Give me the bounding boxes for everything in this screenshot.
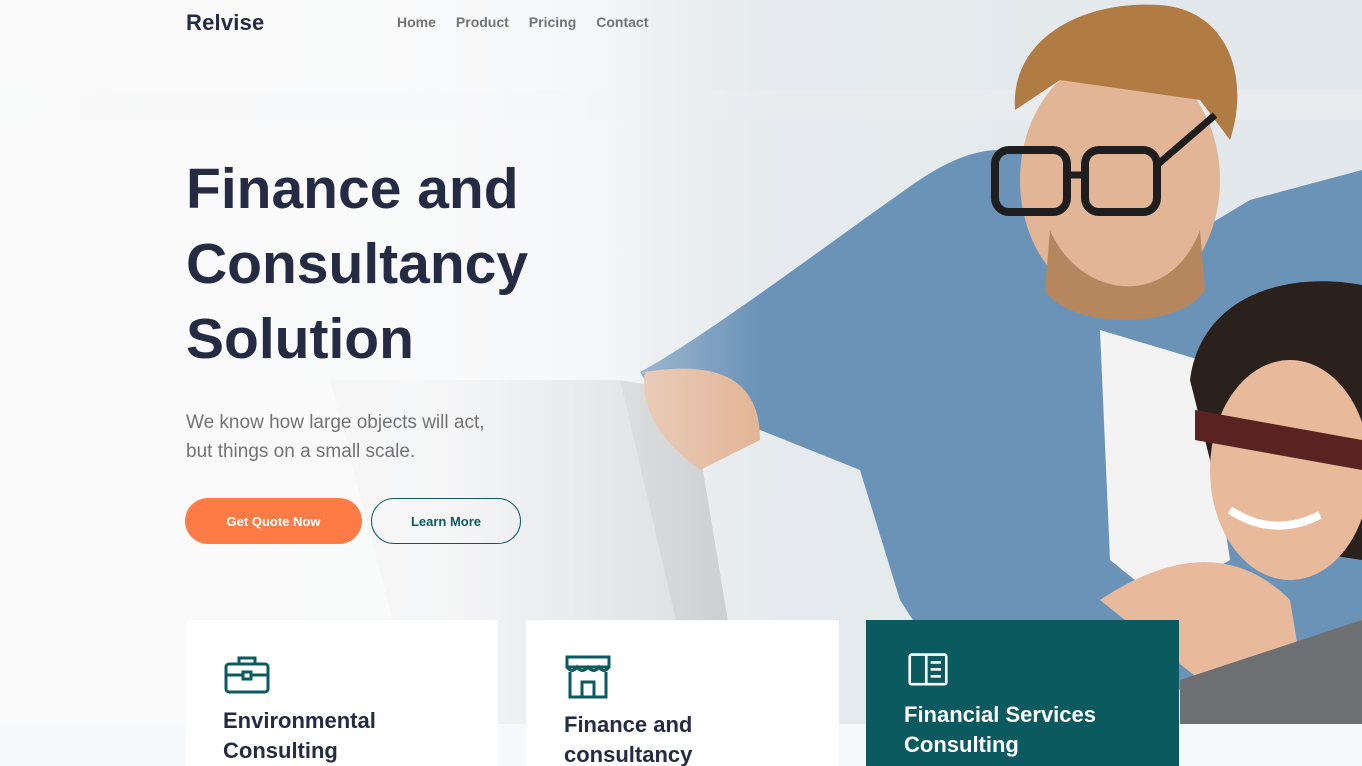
- nav-home[interactable]: Home: [397, 14, 436, 30]
- card-title-line: Finance and: [564, 712, 693, 737]
- service-card-financial-services[interactable]: Financial Services Consulting: [866, 620, 1179, 766]
- get-quote-button[interactable]: Get Quote Now: [185, 498, 362, 544]
- hero-subtitle-line: We know how large objects will act,: [186, 412, 485, 433]
- card-title: Financial Services Consulting: [904, 700, 1141, 760]
- learn-more-button[interactable]: Learn More: [371, 498, 521, 544]
- card-title: Environmental Consulting: [223, 706, 460, 766]
- storefront-icon: [565, 655, 611, 699]
- card-title-line: Environmental: [223, 708, 376, 733]
- main-nav: Home Product Pricing Contact: [397, 14, 668, 30]
- card-title-line: Consulting: [904, 732, 1019, 757]
- briefcase-icon: [224, 656, 270, 694]
- hero-subtitle-line: but things on a small scale.: [186, 441, 416, 462]
- hero-subtitle: We know how large objects will act, but …: [186, 408, 586, 466]
- card-title-line: Consulting: [223, 738, 338, 763]
- card-title-line: consultancy: [564, 742, 693, 766]
- hero-title-line: Consultancy: [186, 232, 529, 296]
- open-book-icon: [908, 653, 948, 686]
- nav-contact[interactable]: Contact: [596, 14, 648, 30]
- service-card-finance[interactable]: Finance and consultancy: [526, 620, 839, 766]
- hero-title: Finance and Consultancy Solution: [186, 152, 706, 377]
- nav-product[interactable]: Product: [456, 14, 509, 30]
- nav-pricing[interactable]: Pricing: [529, 14, 576, 30]
- card-title-line: Financial Services: [904, 702, 1096, 727]
- card-title: Finance and consultancy: [564, 710, 801, 766]
- service-card-environmental[interactable]: Environmental Consulting: [185, 620, 498, 766]
- brand-logo[interactable]: Relvise: [186, 10, 264, 36]
- hero-title-line: Finance and: [186, 157, 519, 221]
- hero-title-line: Solution: [186, 307, 414, 371]
